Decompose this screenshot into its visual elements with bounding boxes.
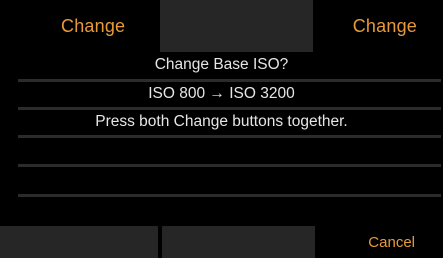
cancel-button[interactable]: Cancel: [319, 226, 443, 258]
right-change-label: Change: [352, 15, 417, 36]
camera-menu-screen: Change Change Change Base ISO? ISO 800 →…: [0, 0, 443, 258]
empty-bottom-softkey-1: [0, 226, 158, 258]
left-change-label: Change: [61, 15, 126, 36]
top-softkey-bar: Change Change: [0, 0, 443, 52]
iso-change-text: ISO 800 → ISO 3200: [148, 85, 295, 102]
cancel-label: Cancel: [368, 233, 415, 251]
divider: [18, 164, 441, 167]
divider: [18, 135, 441, 138]
empty-top-softkey: [160, 0, 313, 52]
empty-bottom-softkey-2: [162, 226, 315, 258]
instruction-text: Press both Change buttons together.: [95, 113, 348, 130]
bottom-softkey-bar: Cancel: [0, 226, 443, 258]
right-change-softkey[interactable]: Change: [313, 0, 443, 52]
left-change-softkey[interactable]: Change: [0, 0, 160, 52]
divider: [18, 194, 441, 197]
dialog-title: Change Base ISO?: [154, 56, 289, 73]
